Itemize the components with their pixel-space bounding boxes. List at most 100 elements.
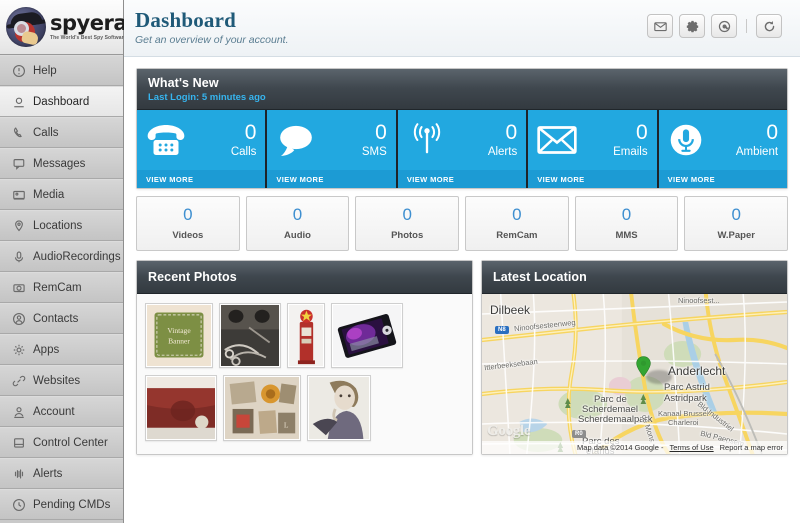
photo-thumbnail-4[interactable] (331, 303, 403, 368)
messages-button[interactable] (647, 14, 673, 38)
stat-tile-calls[interactable]: 0 Calls VIEW MORE (137, 110, 268, 188)
brand-logo[interactable]: spyera The World's Best Spy Software (0, 0, 128, 55)
sidebar-item-label: Locations (33, 219, 83, 232)
recent-photos-panel: Recent Photos Vintage Banner L (136, 260, 473, 455)
sidebar-item-label: Help (33, 64, 57, 77)
stat-card-label: W.Paper (717, 230, 755, 241)
photo-thumbnail-7[interactable] (307, 375, 371, 441)
message-bubble-icon (11, 156, 26, 171)
sidebar-item-messages[interactable]: Messages (0, 148, 123, 179)
support-button[interactable] (711, 14, 737, 38)
stat-tile-values: 0 SMS (362, 122, 387, 159)
stat-tile-sms[interactable]: 0 SMS VIEW MORE (267, 110, 398, 188)
sidebar-item-locations[interactable]: Locations (0, 210, 123, 241)
sidebar-item-alerts[interactable]: Alerts (0, 458, 123, 489)
sidebar-item-label: Alerts (33, 467, 63, 480)
sidebar-item-label: Apps (33, 343, 60, 356)
sidebar-item-label: Websites (33, 374, 81, 387)
stat-tile-body: 0 Emails (528, 110, 656, 170)
apps-gear-icon (13, 344, 24, 355)
microphone-icon (11, 249, 26, 264)
stat-tile-count: 0 (766, 120, 779, 144)
photo-thumbnail-6[interactable]: L (223, 375, 301, 441)
sidebar-item-audiorecordings[interactable]: AudioRecordings (0, 241, 123, 272)
stat-card-videos[interactable]: 0 Videos (136, 196, 240, 251)
photo-thumbnail-5[interactable] (145, 375, 217, 441)
view-more-link[interactable]: VIEW MORE (137, 170, 266, 188)
brand-tagline: The World's Best Spy Software (50, 35, 127, 41)
link-icon (11, 373, 26, 388)
stat-tiles: 0 Calls VIEW MORE 0 SMS VIEW MORE 0 Aler… (137, 110, 788, 188)
photo-row: L (145, 375, 464, 441)
stat-card-count: 0 (512, 205, 522, 224)
envelope-icon (537, 125, 577, 155)
stat-card-audio[interactable]: 0 Audio (245, 196, 350, 251)
apps-gear-icon (11, 342, 26, 357)
settings-button[interactable] (679, 14, 705, 38)
sidebar-item-contacts[interactable]: Contacts (0, 303, 123, 334)
sidebar-item-media[interactable]: Media (0, 179, 123, 210)
whats-new-panel: What's New Last Login: 5 minutes ago 0 C… (136, 68, 788, 189)
view-more-link[interactable]: VIEW MORE (658, 170, 788, 188)
brand-name: spyera (50, 11, 128, 35)
recent-photos-title: Recent Photos (148, 270, 237, 284)
view-more-link[interactable]: VIEW MORE (528, 170, 657, 188)
contacts-icon (12, 312, 25, 325)
page-subtitle: Get an overview of your account. (135, 34, 289, 47)
report-map-error-link[interactable]: Report a map error (720, 443, 783, 452)
envelope-icon (537, 126, 577, 154)
photo-thumbnail-1[interactable]: Vintage Banner (145, 303, 213, 368)
stat-tile-emails[interactable]: 0 Emails VIEW MORE (528, 110, 659, 188)
at-sign-icon (718, 20, 730, 32)
toolbar-divider (746, 19, 747, 33)
stat-tile-values: 0 Calls (231, 122, 257, 159)
google-watermark: Google (487, 423, 531, 439)
sidebar-item-calls[interactable]: Calls (0, 117, 123, 148)
sidebar-item-apps[interactable]: Apps (0, 334, 123, 365)
map-canvas[interactable]: Dilbeek Anderlecht Ninoofsesteenweg Itte… (482, 294, 787, 454)
stat-card-label: Photos (391, 230, 424, 241)
photo-thumbnail-2[interactable] (219, 303, 281, 368)
stat-card-label: RemCam (496, 230, 538, 241)
stat-tile-values: 0 Emails (613, 122, 648, 159)
sidebar-item-account[interactable]: Account (0, 396, 123, 427)
dashboard-content: What's New Last Login: 5 minutes ago 0 C… (124, 57, 800, 455)
sidebar-item-dashboard[interactable]: Dashboard (0, 86, 123, 117)
message-bubble-icon (13, 158, 24, 170)
vintage-gas-pump-image (289, 305, 323, 366)
phone-icon (13, 126, 22, 137)
sidebar-item-websites[interactable]: Websites (0, 365, 123, 396)
sidebar-item-remcam[interactable]: RemCam (0, 272, 123, 303)
map-attribution-text: Map data ©2014 Google - (577, 443, 664, 452)
sidebar-nav: Help Dashboard Calls Messages Media Locations… (0, 55, 123, 520)
green-map-pin[interactable] (636, 356, 651, 377)
page-title: Dashboard (135, 8, 236, 32)
stat-card-photos[interactable]: 0 Photos (355, 196, 460, 251)
stat-tile-body: 0 Calls (137, 110, 265, 170)
sidebar-item-control-center[interactable]: Control Center (0, 427, 123, 458)
secondary-stats-row: 0 Videos 0 Audio 0 Photos 0 RemCam 0 MMS 0 W.Paper (136, 196, 789, 251)
stat-tile-count: 0 (244, 120, 257, 144)
stat-card-count: 0 (731, 205, 741, 224)
sliders-icon (13, 437, 24, 448)
stat-card-w-paper[interactable]: 0 W.Paper (684, 196, 789, 251)
sidebar-item-pending-cmds[interactable]: Pending CMDs (0, 489, 123, 520)
terms-of-use-link[interactable]: Terms of Use (669, 443, 713, 452)
refresh-button[interactable] (756, 14, 782, 38)
latest-location-header: Latest Location (482, 261, 787, 294)
sidebar-item-help[interactable]: Help (0, 55, 123, 86)
stat-tile-ambient[interactable]: 0 Ambient VIEW MORE (658, 110, 788, 188)
refresh-icon (764, 20, 774, 31)
stat-card-label: Audio (284, 230, 311, 241)
recent-photos-header: Recent Photos (137, 261, 472, 294)
view-more-link[interactable]: VIEW MORE (267, 170, 396, 188)
view-more-link[interactable]: VIEW MORE (397, 170, 527, 188)
dashboard-icon (13, 97, 24, 107)
stat-tile-alerts[interactable]: 0 Alerts VIEW MORE (397, 110, 529, 188)
photo-row: Vintage Banner (145, 303, 464, 368)
photo-thumbnail-3[interactable] (287, 303, 325, 368)
last-login-text: Last Login: 5 minutes ago (148, 91, 266, 103)
sidebar-item-label: RemCam (33, 281, 82, 294)
stat-card-remcam[interactable]: 0 RemCam (465, 196, 569, 251)
stat-card-mms[interactable]: 0 MMS (574, 196, 679, 251)
